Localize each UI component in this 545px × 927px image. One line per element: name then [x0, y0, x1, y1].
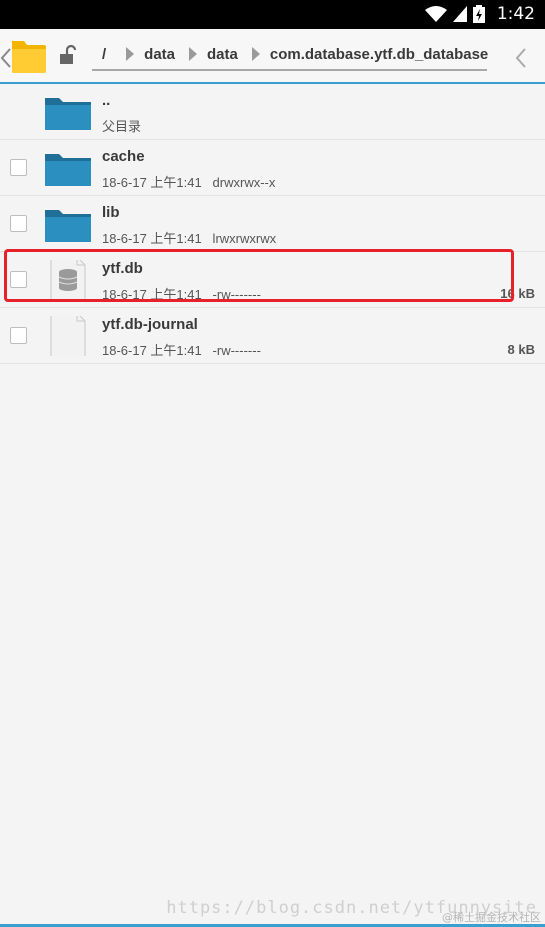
- file-icon: [50, 316, 86, 356]
- lock-icon[interactable]: [58, 44, 80, 68]
- file-meta: 18-6-17 上午1:41 lrwxrwxrwx: [102, 231, 277, 246]
- file-meta: 父目录: [102, 119, 142, 134]
- file-name: cache: [102, 148, 145, 165]
- status-bar: 1:42: [0, 0, 545, 29]
- select-checkbox[interactable]: [10, 215, 27, 232]
- folder-icon: [45, 210, 91, 242]
- forward-chevron-icon[interactable]: [515, 47, 527, 69]
- file-name: ytf.db-journal: [102, 316, 198, 333]
- wifi-icon: [424, 6, 447, 22]
- list-item-cache[interactable]: cache 18-6-17 上午1:41 drwxrwx--x: [0, 140, 545, 196]
- folder-icon[interactable]: [10, 37, 46, 75]
- database-file-icon: [50, 260, 86, 300]
- file-meta: 18-6-17 上午1:41 -rw-------: [102, 287, 261, 302]
- file-name: ytf.db: [102, 260, 143, 277]
- status-time: 1:42: [496, 4, 535, 24]
- breadcrumb-separator-icon: [126, 47, 135, 61]
- list-item-ytf-db-journal[interactable]: ytf.db-journal 18-6-17 上午1:41 -rw-------…: [0, 308, 545, 364]
- signal-icon: [452, 6, 467, 22]
- file-meta: 18-6-17 上午1:41 -rw-------: [102, 343, 261, 358]
- status-icons: 1:42: [424, 4, 535, 24]
- file-size: 16 kB: [500, 286, 535, 301]
- folder-icon: [45, 154, 91, 186]
- battery-icon: [472, 5, 485, 23]
- list-item-lib[interactable]: lib 18-6-17 上午1:41 lrwxrwxrwx: [0, 196, 545, 252]
- select-checkbox[interactable]: [10, 271, 27, 288]
- select-checkbox[interactable]: [10, 327, 27, 344]
- breadcrumb-item-package[interactable]: com.database.ytf.db_database: [266, 46, 492, 63]
- folder-icon: [45, 98, 91, 130]
- file-name: ..: [102, 92, 111, 109]
- breadcrumb-separator-icon: [251, 47, 260, 61]
- file-size: 8 kB: [507, 342, 535, 357]
- breadcrumb-item-data-2[interactable]: data: [203, 46, 242, 63]
- file-meta: 18-6-17 上午1:41 drwxrwx--x: [102, 175, 276, 190]
- file-list: .. 父目录 cache 18-6-17 上午1:41 drwxrwx--x l…: [0, 84, 545, 364]
- list-item-parent-dir[interactable]: .. 父目录: [0, 84, 545, 140]
- watermark-sub: @稀土掘金技术社区: [442, 911, 541, 924]
- file-name: lib: [102, 204, 120, 221]
- toolbar: / data data com.database.ytf.db_database: [0, 29, 545, 83]
- list-item-ytf-db[interactable]: ytf.db 18-6-17 上午1:41 -rw------- 16 kB: [0, 252, 545, 308]
- breadcrumb-item-data[interactable]: data: [140, 46, 179, 63]
- breadcrumb-root[interactable]: /: [98, 46, 110, 63]
- breadcrumb: / data data com.database.ytf.db_database: [92, 39, 488, 71]
- select-checkbox[interactable]: [10, 159, 27, 176]
- breadcrumb-separator-icon: [189, 47, 198, 61]
